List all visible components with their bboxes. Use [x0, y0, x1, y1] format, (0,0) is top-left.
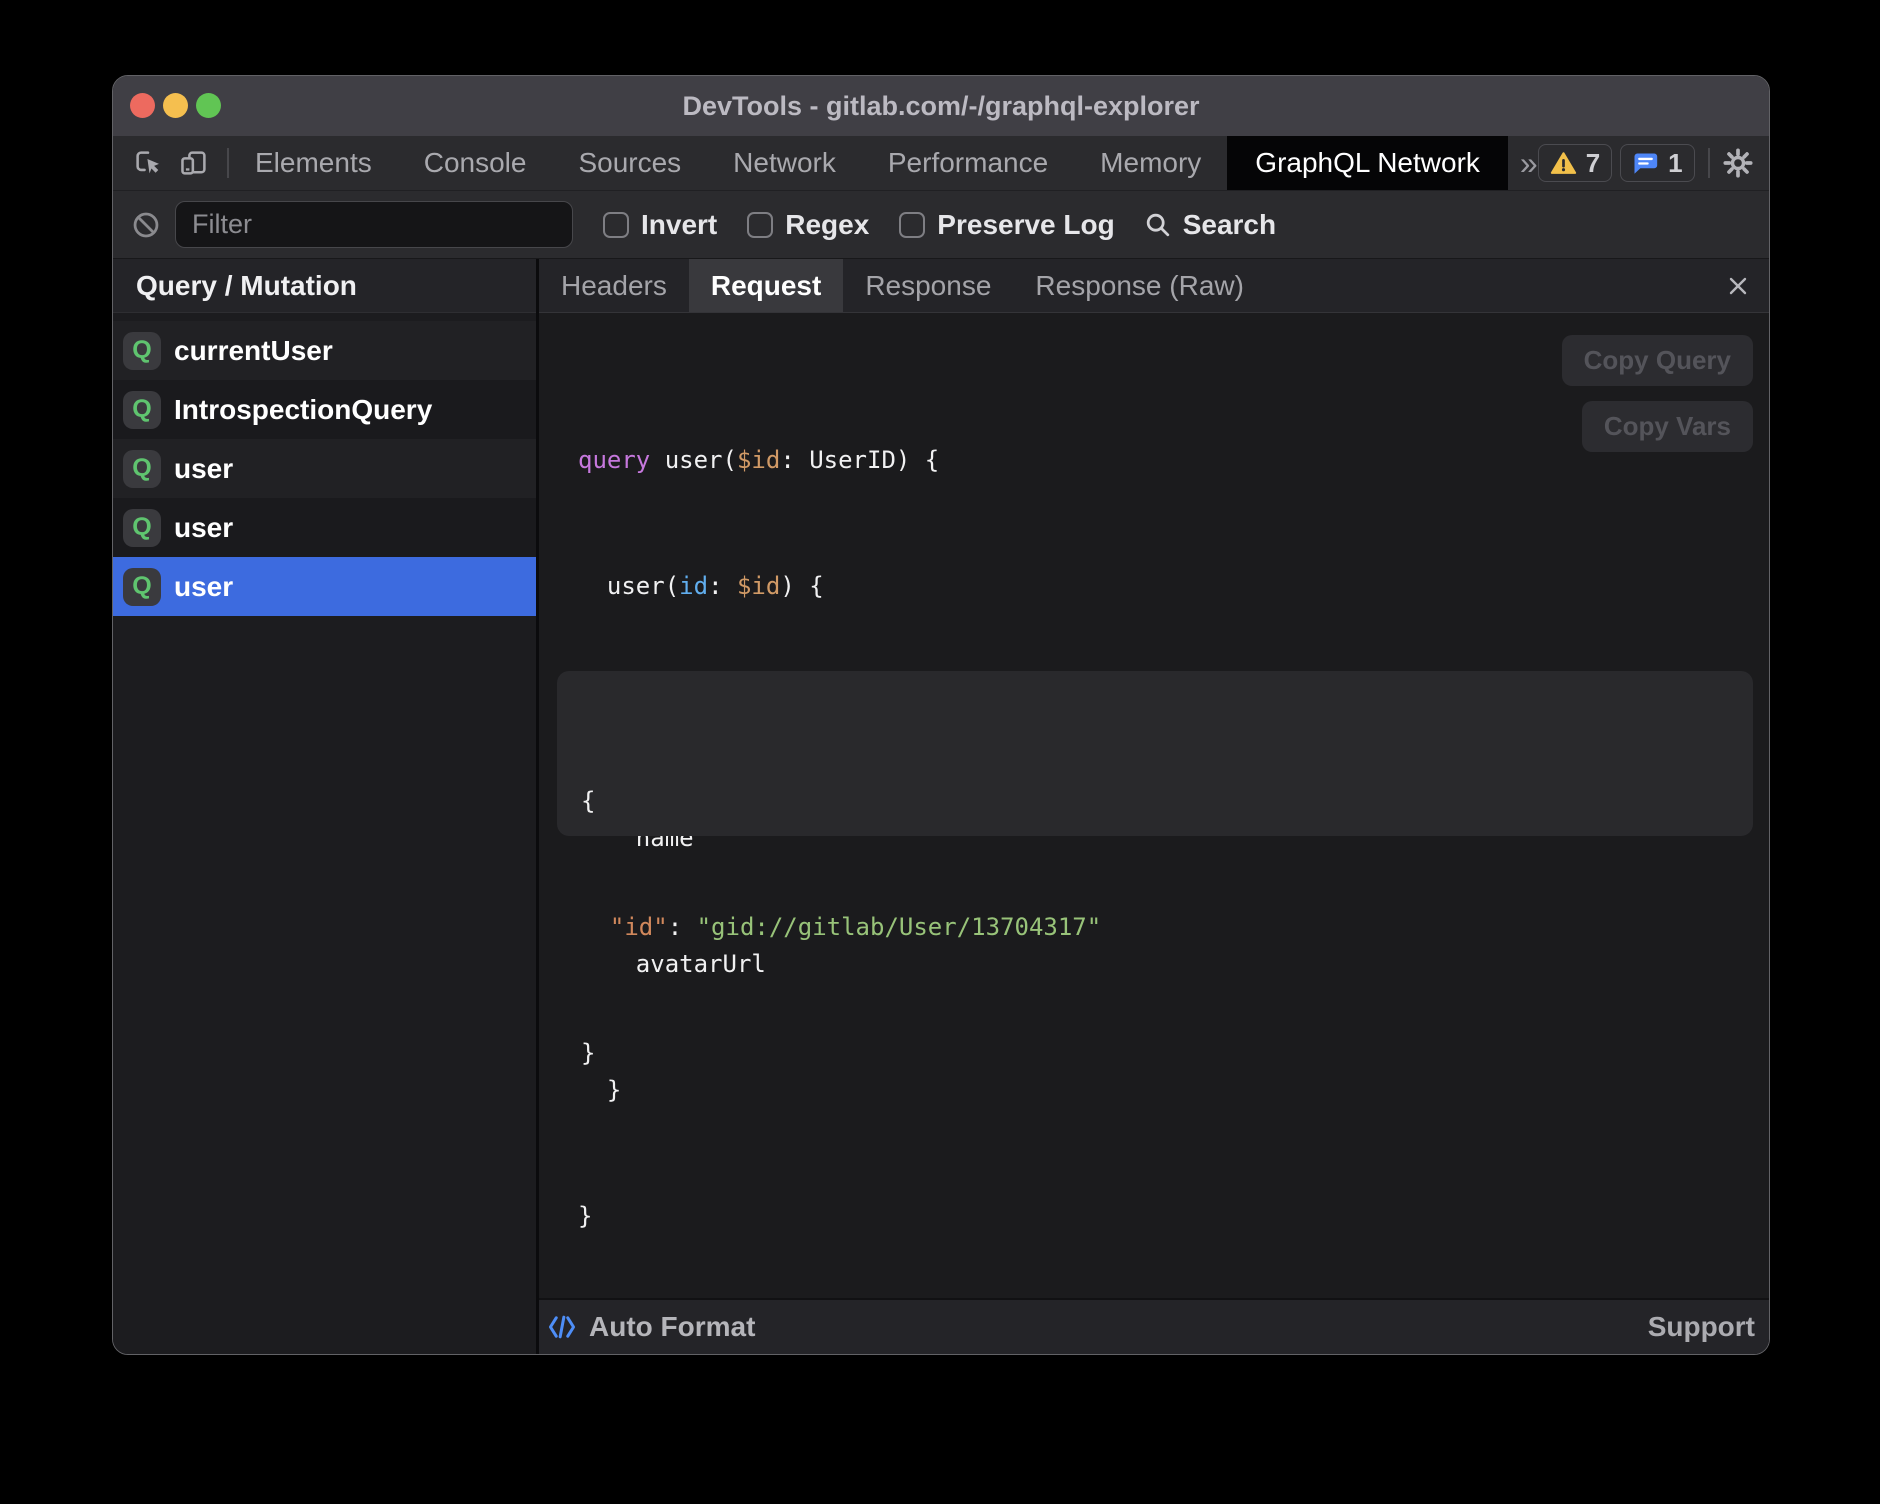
tab-console[interactable]: Console: [398, 136, 553, 190]
device-toolbar-icon[interactable]: [179, 148, 209, 178]
query-type-badge: Q: [123, 509, 161, 547]
search-icon: [1143, 210, 1173, 240]
tab-memory[interactable]: Memory: [1074, 136, 1227, 190]
copy-vars-button[interactable]: Copy Vars: [1582, 401, 1753, 452]
search-control[interactable]: Search: [1143, 209, 1276, 241]
code-token: id: [679, 572, 708, 600]
window-title: DevTools - gitlab.com/-/graphql-explorer: [113, 76, 1769, 136]
code-token: : UserID) {: [780, 446, 939, 474]
panel-footer: Auto Format Support: [539, 1298, 1769, 1354]
query-item-label: user: [174, 453, 233, 485]
tab-elements[interactable]: Elements: [229, 136, 398, 190]
preserve-log-checkbox[interactable]: [899, 212, 925, 238]
code-token: [581, 913, 610, 941]
regex-checkbox[interactable]: [747, 212, 773, 238]
sidebar-header: Query / Mutation: [113, 259, 536, 313]
tab-network[interactable]: Network: [707, 136, 862, 190]
detail-tabs: Headers Request Response Response (Raw): [539, 259, 1769, 313]
tab-response-raw[interactable]: Response (Raw): [1013, 259, 1266, 312]
tab-request[interactable]: Request: [689, 259, 843, 312]
detail-panel: Headers Request Response Response (Raw) …: [539, 259, 1769, 1354]
query-variables-box: { "id": "gid://gitlab/User/13704317" }: [557, 671, 1753, 836]
code-line: {: [581, 780, 1753, 822]
chat-bubble-icon: [1632, 150, 1659, 177]
code-token: query: [578, 446, 650, 474]
query-list-item-user-3-selected[interactable]: Q user: [113, 557, 536, 616]
tab-sources[interactable]: Sources: [552, 136, 707, 190]
issues-badge[interactable]: 1: [1620, 144, 1694, 182]
query-variables-code: { "id": "gid://gitlab/User/13704317" }: [557, 671, 1753, 1158]
settings-gear-icon[interactable]: [1723, 148, 1753, 178]
query-type-badge: Q: [123, 450, 161, 488]
toolbar-divider: [1708, 148, 1710, 178]
code-line: query user($id: UserID) {: [578, 439, 939, 481]
query-list-item-user-1[interactable]: Q user: [113, 439, 536, 498]
query-list-item-currentuser[interactable]: Q currentUser: [113, 321, 536, 380]
code-line: }: [578, 1195, 939, 1237]
code-line: }: [581, 1032, 1753, 1074]
code-token: user(: [650, 446, 737, 474]
query-type-badge: Q: [123, 391, 161, 429]
devtools-window: DevTools - gitlab.com/-/graphql-explorer…: [112, 75, 1770, 1355]
code-token: {: [581, 787, 595, 815]
tab-graphql-network[interactable]: GraphQL Network: [1227, 136, 1508, 190]
tab-headers[interactable]: Headers: [539, 259, 689, 312]
query-item-label: currentUser: [174, 335, 333, 367]
close-panel-icon[interactable]: [1723, 271, 1753, 301]
query-item-label: IntrospectionQuery: [174, 394, 432, 426]
filter-bar: Invert Regex Preserve Log Search: [113, 191, 1769, 259]
more-tabs-chevron-icon[interactable]: »: [1520, 145, 1538, 182]
code-token: :: [668, 913, 697, 941]
code-token: user(: [578, 572, 679, 600]
code-token: }: [578, 1202, 592, 1230]
warning-triangle-icon: [1550, 150, 1577, 177]
tab-performance[interactable]: Performance: [862, 136, 1074, 190]
query-list-sidebar: Query / Mutation Q currentUser Q Introsp…: [113, 259, 536, 1354]
toolbar-status-group: 7 1: [1538, 144, 1770, 182]
code-token: "id": [610, 913, 668, 941]
code-token: :: [708, 572, 737, 600]
issues-count: 1: [1668, 148, 1682, 179]
regex-label: Regex: [785, 209, 869, 241]
search-label: Search: [1183, 209, 1276, 241]
warnings-badge[interactable]: 7: [1538, 144, 1612, 182]
copy-query-button[interactable]: Copy Query: [1562, 335, 1753, 386]
query-type-badge: Q: [123, 568, 161, 606]
code-token: $id: [737, 572, 780, 600]
auto-format-button[interactable]: Auto Format: [589, 1311, 755, 1343]
code-token: "gid://gitlab/User/13704317": [697, 913, 1102, 941]
tab-response[interactable]: Response: [843, 259, 1013, 312]
warning-count: 7: [1586, 148, 1600, 179]
inspect-element-icon[interactable]: [133, 148, 163, 178]
code-token: }: [581, 1039, 595, 1067]
preserve-log-checkbox-group[interactable]: Preserve Log: [899, 209, 1114, 241]
auto-format-code-icon[interactable]: [547, 1312, 577, 1342]
query-list-item-user-2[interactable]: Q user: [113, 498, 536, 557]
code-line: user(id: $id) {: [578, 565, 939, 607]
preserve-log-label: Preserve Log: [937, 209, 1114, 241]
query-type-badge: Q: [123, 332, 161, 370]
main-toolbar: Elements Console Sources Network Perform…: [113, 136, 1769, 191]
filter-input[interactable]: [175, 201, 573, 248]
query-list-item-introspectionquery[interactable]: Q IntrospectionQuery: [113, 380, 536, 439]
regex-checkbox-group[interactable]: Regex: [747, 209, 869, 241]
invert-checkbox-group[interactable]: Invert: [603, 209, 717, 241]
invert-checkbox[interactable]: [603, 212, 629, 238]
query-item-label: user: [174, 512, 233, 544]
code-token: $id: [737, 446, 780, 474]
support-link[interactable]: Support: [1648, 1311, 1755, 1343]
clear-block-icon[interactable]: [131, 210, 161, 240]
query-list: Q currentUser Q IntrospectionQuery Q use…: [113, 321, 536, 616]
invert-label: Invert: [641, 209, 717, 241]
titlebar: DevTools - gitlab.com/-/graphql-explorer: [113, 76, 1769, 137]
query-item-label: user: [174, 571, 233, 603]
code-line: "id": "gid://gitlab/User/13704317": [581, 906, 1753, 948]
code-token: ) {: [780, 572, 823, 600]
kebab-menu-icon[interactable]: [1768, 148, 1770, 178]
